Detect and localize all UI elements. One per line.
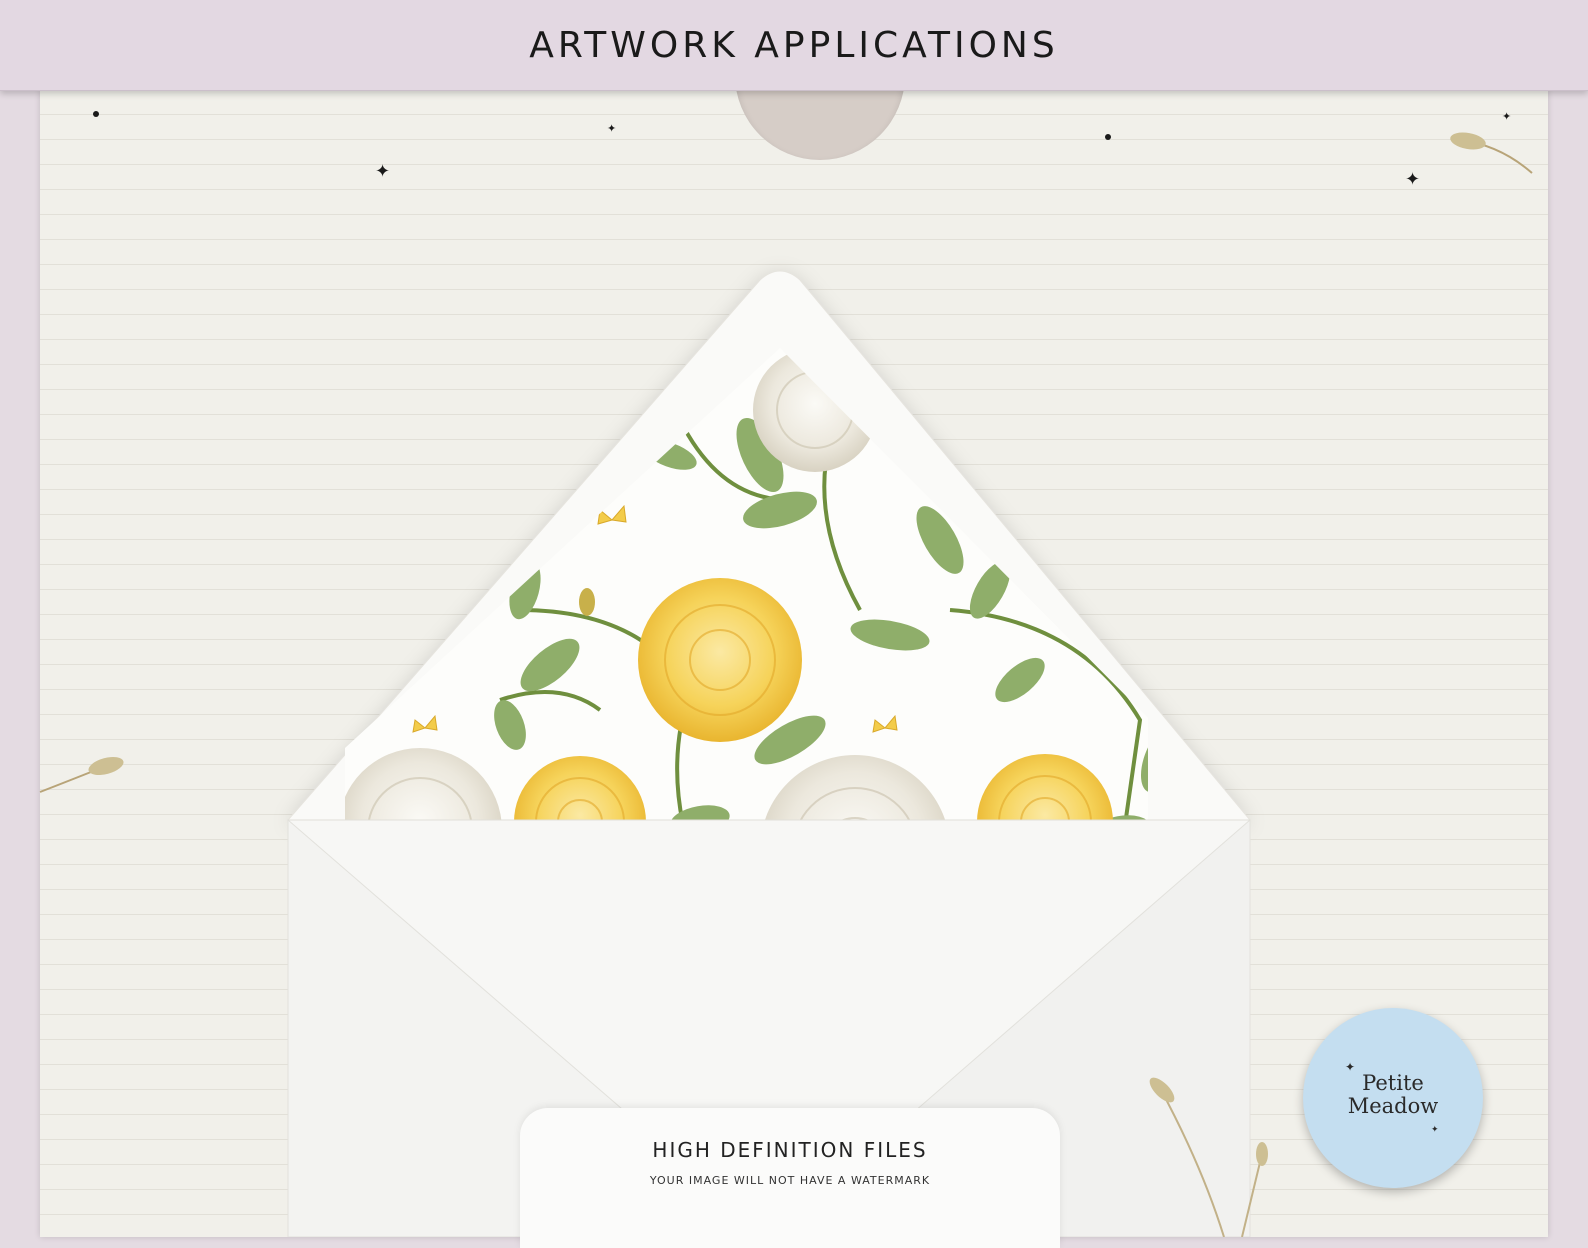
flower-bud-icon	[39, 756, 124, 793]
logo-line-1: Petite	[1362, 1071, 1424, 1095]
logo-text: Petite Meadow	[1303, 1072, 1483, 1118]
folder-notch	[735, 90, 905, 160]
sparkle-icon: ✦	[1431, 1124, 1439, 1134]
sparkle-icon: ✦	[1405, 169, 1421, 189]
page-title: ARTWORK APPLICATIONS	[529, 24, 1059, 66]
dot-decoration	[1105, 134, 1111, 140]
hd-files-card: HIGH DEFINITION FILES YOUR IMAGE WILL NO…	[520, 1108, 1060, 1248]
card-title: HIGH DEFINITION FILES	[652, 1138, 928, 1162]
petite-meadow-logo: ✦ ✦ Petite Meadow	[1303, 1008, 1483, 1188]
header-bar: ARTWORK APPLICATIONS	[0, 0, 1588, 91]
sparkle-icon: ✦	[375, 161, 391, 181]
logo-line-2: Meadow	[1347, 1094, 1439, 1118]
sparkle-icon: ✦	[607, 123, 617, 135]
flower-bud-icon	[1149, 1077, 1268, 1237]
sparkle-icon: ✦	[1502, 111, 1512, 123]
flower-bud-icon	[1450, 132, 1533, 174]
dot-decoration	[93, 111, 99, 117]
card-subtitle: YOUR IMAGE WILL NOT HAVE A WATERMARK	[649, 1174, 931, 1187]
